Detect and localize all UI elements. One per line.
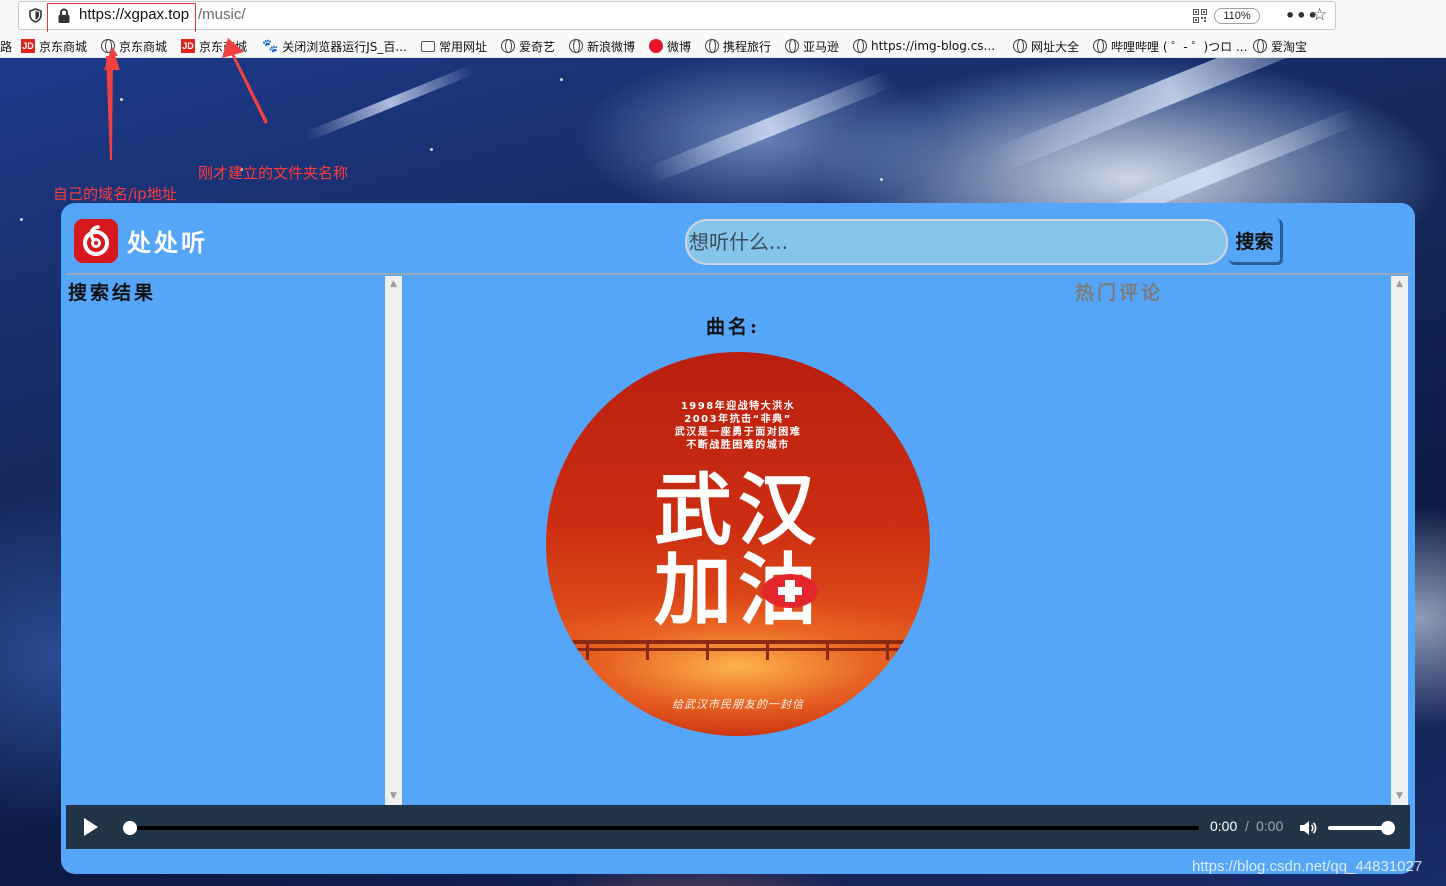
music-app-window: 处处听 搜索 搜索结果 ▲ ▼ 曲名: 热门评论 1998年迎战特大洪水 200…	[61, 203, 1415, 874]
bookmark-cut[interactable]: 路	[0, 38, 12, 54]
folder-icon	[421, 40, 435, 52]
search-results-panel: 搜索结果 ▲ ▼	[66, 276, 402, 806]
scroll-down-icon[interactable]: ▼	[1391, 791, 1408, 801]
bookmark-item[interactable]: 携程旅行	[705, 38, 771, 54]
globe-icon	[785, 39, 799, 53]
song-name-label: 曲名:	[706, 316, 761, 338]
bookmark-item[interactable]: 🐾 关闭浏览器运行JS_百...	[262, 38, 407, 54]
scroll-down-icon[interactable]: ▼	[385, 791, 402, 801]
results-scrollbar[interactable]: ▲ ▼	[385, 276, 402, 806]
globe-icon	[501, 39, 515, 53]
bookmarks-toolbar: 路 JD 京东商城 京东商城 JD 京东商城 🐾 关闭浏览器运行JS_百... 常用网…	[0, 32, 1446, 58]
globe-icon	[569, 39, 583, 53]
globe-icon	[1253, 39, 1267, 53]
jd-icon: JD	[21, 39, 35, 53]
scroll-up-icon[interactable]: ▲	[1391, 279, 1408, 289]
current-time: 0:00	[1210, 818, 1238, 834]
volume-icon[interactable]	[1299, 820, 1317, 836]
bookmark-item[interactable]: 京东商城	[101, 38, 167, 54]
bookmark-star-icon[interactable]: ☆	[1312, 5, 1327, 25]
globe-icon	[705, 39, 719, 53]
volume-handle[interactable]	[1381, 821, 1395, 835]
globe-icon	[1093, 39, 1107, 53]
search-input[interactable]	[685, 219, 1228, 265]
weibo-icon	[649, 39, 663, 53]
album-footer-text: 给武汉市民朋友的一封信	[672, 698, 804, 711]
browser-toolbar: https://xgpax.top /music/ 110% ••• ☆	[0, 0, 1446, 38]
csdn-watermark: https://blog.csdn.net/qq_44831027	[1192, 858, 1423, 875]
bookmark-item[interactable]: https://img-blog.cs...	[853, 38, 995, 54]
globe-icon	[101, 39, 115, 53]
bookmark-item[interactable]: 哔哩哔哩 ( ゜- ゜)つロ ...	[1093, 38, 1247, 54]
bookmark-folder[interactable]: 常用网址	[421, 38, 487, 54]
hot-comments-heading: 热门评论	[1075, 282, 1164, 304]
bookmark-item[interactable]: 微博	[649, 38, 691, 54]
bookmark-item[interactable]: 爱奇艺	[501, 38, 555, 54]
bridge-illustration	[556, 640, 920, 660]
red-cross-icon	[762, 574, 818, 608]
qr-code-icon[interactable]	[1193, 9, 1207, 23]
bookmark-item[interactable]: JD 京东商城	[181, 38, 247, 54]
bookmark-item[interactable]: 爱淘宝	[1253, 38, 1307, 54]
scroll-up-icon[interactable]: ▲	[385, 279, 402, 289]
results-heading: 搜索结果	[68, 282, 157, 304]
url-path[interactable]: /music/	[198, 6, 246, 23]
seek-handle[interactable]	[123, 821, 137, 835]
duration-time: 0:00	[1256, 818, 1284, 834]
album-headline-1: 武汉	[653, 465, 822, 556]
baidu-paw-icon: 🐾	[262, 39, 279, 54]
audio-player-controls: 0:00 / 0:00	[66, 805, 1410, 849]
time-separator: /	[1245, 818, 1249, 834]
album-cover-disc[interactable]: 1998年迎战特大洪水 2003年抗击“非典” 武汉是一座勇于面对困难 不断战胜…	[546, 352, 930, 736]
play-icon[interactable]	[84, 818, 98, 836]
annotation-folder-note: 刚才建立的文件夹名称	[198, 164, 349, 182]
bookmark-item[interactable]: 亚马逊	[785, 38, 839, 54]
search-button[interactable]: 搜索	[1229, 219, 1283, 265]
netease-logo-icon	[74, 219, 118, 263]
comments-scrollbar[interactable]: ▲ ▼	[1391, 276, 1408, 806]
shield-icon[interactable]	[29, 8, 42, 23]
globe-icon	[853, 39, 867, 53]
bookmark-item[interactable]: 网址大全	[1013, 38, 1079, 54]
seek-bar[interactable]	[123, 821, 1199, 835]
address-bar[interactable]: https://xgpax.top /music/ 110% ••• ☆	[18, 1, 1336, 30]
bookmark-item[interactable]: JD 京东商城	[21, 38, 87, 54]
bookmark-item[interactable]: 新浪微博	[569, 38, 635, 54]
jd-icon: JD	[181, 39, 195, 53]
album-cover-text: 1998年迎战特大洪水 2003年抗击“非典” 武汉是一座勇于面对困难 不断战胜…	[674, 401, 802, 451]
app-title: 处处听	[127, 228, 208, 257]
album-headline-2: 加油	[653, 545, 822, 636]
zoom-level-badge[interactable]: 110%	[1214, 8, 1260, 24]
volume-slider[interactable]	[1328, 821, 1395, 835]
globe-icon	[1013, 39, 1027, 53]
annotation-domain-note: 自己的域名/ip地址	[53, 185, 177, 203]
now-playing-panel: 曲名: 热门评论 1998年迎战特大洪水 2003年抗击“非典” 武汉是一座勇于…	[402, 276, 1408, 806]
header-divider	[66, 273, 1410, 275]
